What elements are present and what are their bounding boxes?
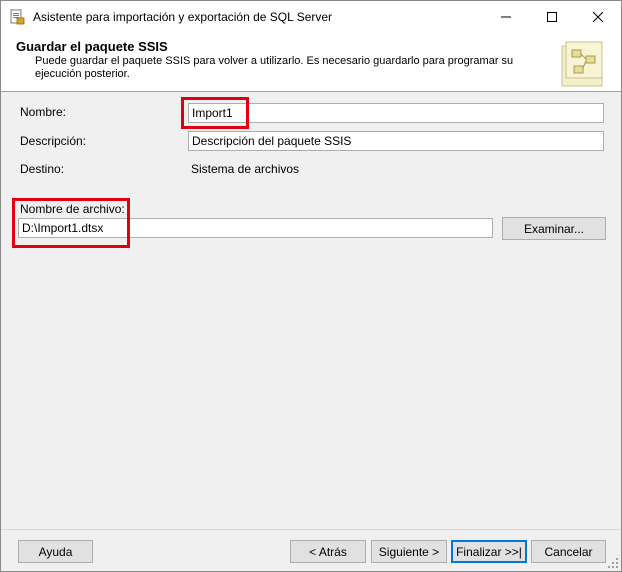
page-description: Puede guardar el paquete SSIS para volve… bbox=[35, 55, 514, 80]
ssis-package-icon bbox=[558, 38, 608, 88]
window-title: Asistente para importación y exportación… bbox=[33, 10, 333, 24]
minimize-button[interactable] bbox=[483, 1, 529, 33]
destination-value: Sistema de archivos bbox=[191, 162, 300, 176]
browse-button[interactable]: Examinar... bbox=[502, 217, 606, 240]
name-label: Nombre: bbox=[20, 105, 67, 119]
wizard-header: Guardar el paquete SSIS Puede guardar el… bbox=[1, 33, 621, 92]
cancel-button[interactable]: Cancelar bbox=[531, 540, 606, 563]
next-button[interactable]: Siguiente > bbox=[371, 540, 447, 563]
filename-input[interactable]: D:\Import1.dtsx bbox=[18, 218, 493, 238]
page-title: Guardar el paquete SSIS bbox=[16, 39, 168, 54]
close-button[interactable] bbox=[575, 1, 621, 33]
footer-separator bbox=[1, 529, 621, 530]
wizard-window: Asistente para importación y exportación… bbox=[0, 0, 622, 572]
description-input[interactable]: Descripción del paquete SSIS bbox=[188, 131, 604, 151]
maximize-icon bbox=[547, 12, 557, 22]
help-button[interactable]: Ayuda bbox=[18, 540, 93, 563]
title-bar[interactable]: Asistente para importación y exportación… bbox=[1, 1, 621, 33]
filename-label: Nombre de archivo: bbox=[20, 202, 125, 216]
finish-button[interactable]: Finalizar >>| bbox=[451, 540, 527, 563]
resize-grip-icon[interactable] bbox=[607, 557, 619, 569]
back-button[interactable]: < Atrás bbox=[290, 540, 366, 563]
minimize-icon bbox=[501, 16, 511, 18]
description-label: Descripción: bbox=[20, 134, 87, 148]
wizard-app-icon bbox=[9, 9, 25, 25]
maximize-button[interactable] bbox=[529, 1, 575, 33]
destination-label: Destino: bbox=[20, 162, 65, 176]
name-input[interactable]: Import1 bbox=[188, 103, 604, 123]
close-icon bbox=[593, 12, 603, 22]
